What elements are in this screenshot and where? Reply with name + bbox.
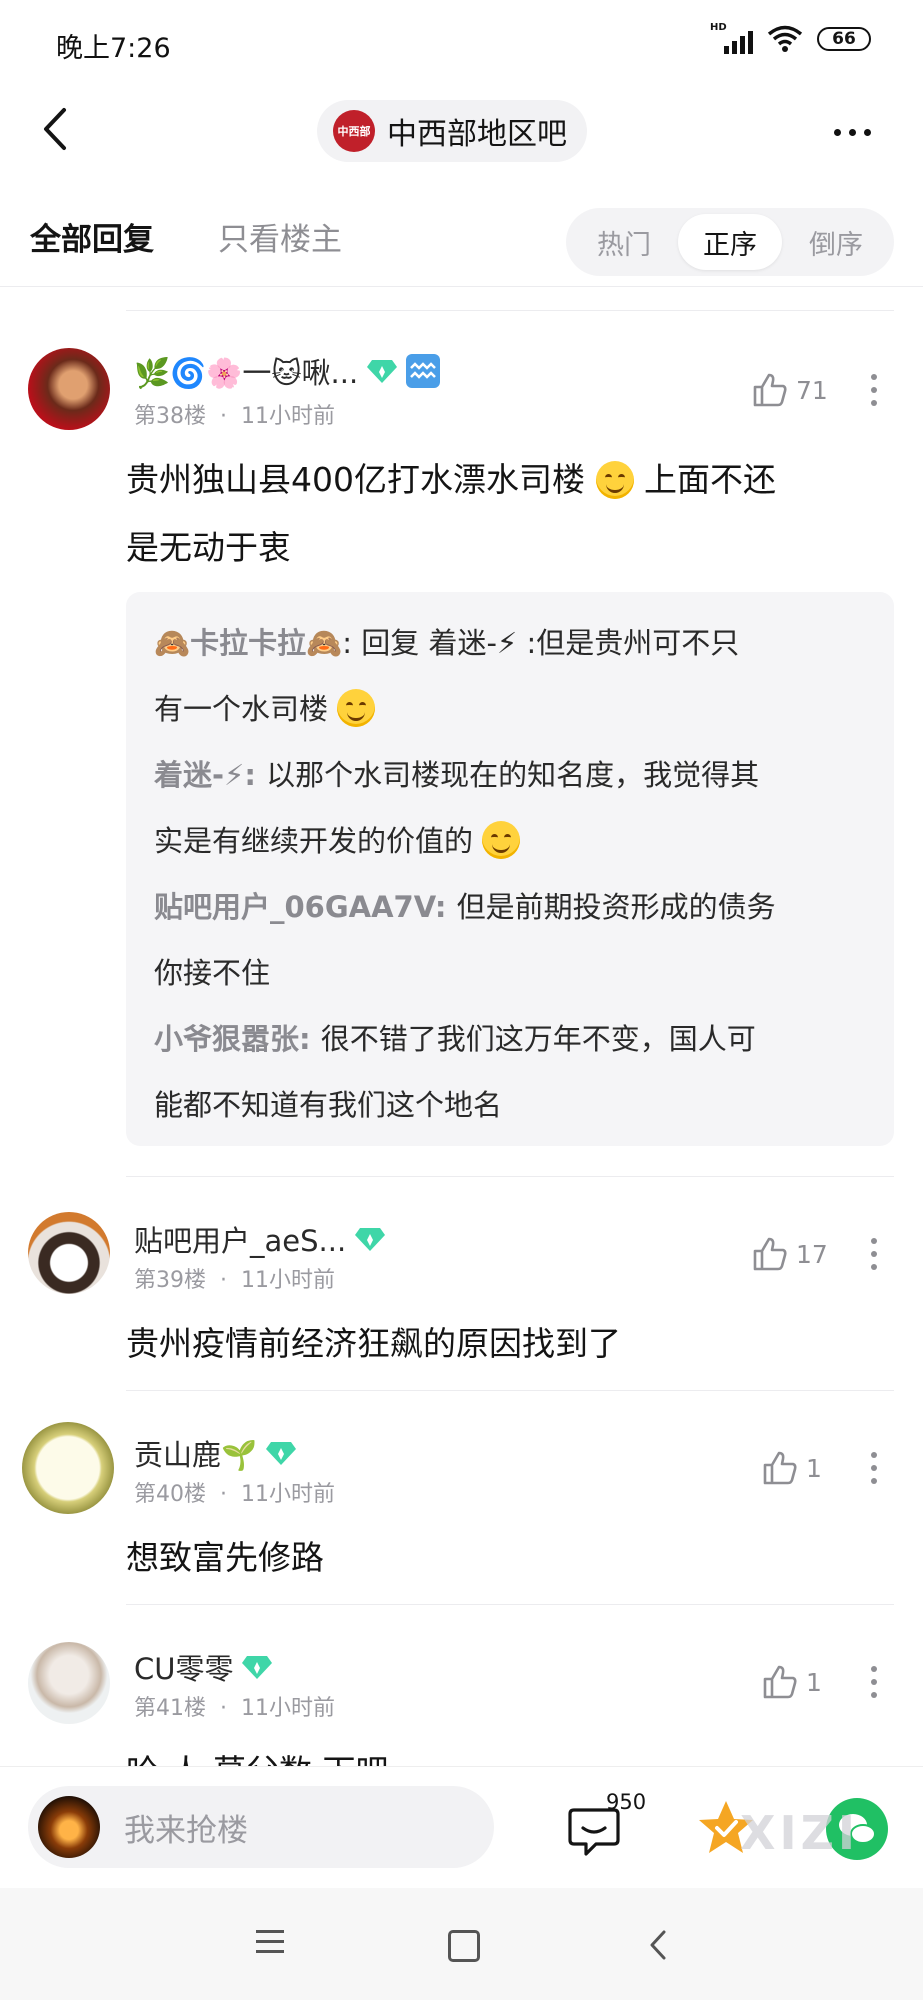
like-button[interactable]: 1 bbox=[762, 1450, 822, 1486]
sort-toggle: 热门 正序 倒序 bbox=[566, 208, 894, 276]
watermark: XIZI bbox=[740, 1806, 860, 1860]
avatar[interactable] bbox=[28, 348, 110, 430]
forum-logo: 中西部 bbox=[333, 110, 375, 152]
thumbs-up-icon bbox=[753, 373, 787, 407]
smile-emoji-icon bbox=[595, 461, 634, 499]
sort-ascending[interactable]: 正序 bbox=[678, 214, 782, 270]
forum-title-pill[interactable]: 中西部 中西部地区吧 bbox=[317, 100, 587, 162]
sub-reply: 小爷狠嚣张: 很不错了我们这万年不变，国人可 能都不知道有我们这个地名 bbox=[154, 1022, 756, 1122]
user-avatar bbox=[38, 1796, 100, 1858]
menu-icon[interactable] bbox=[256, 1930, 284, 1953]
forum-name: 中西部地区吧 bbox=[387, 117, 567, 152]
avatar[interactable] bbox=[28, 1212, 110, 1294]
reply-input[interactable]: 我来抢楼 bbox=[28, 1786, 494, 1868]
post-username[interactable]: 贴吧用户_aeS... bbox=[134, 1218, 386, 1260]
post-content: 贵州疫情前经济狂飙的原因找到了 bbox=[126, 1324, 621, 1363]
post-meta: 第38楼 · 11小时前 bbox=[134, 404, 335, 429]
level-badge-icon bbox=[242, 1656, 273, 1679]
nav-back-icon[interactable] bbox=[644, 1928, 674, 1962]
back-button[interactable] bbox=[34, 104, 78, 154]
post-username[interactable]: CU零零 bbox=[134, 1646, 273, 1688]
wifi-icon bbox=[767, 25, 803, 52]
like-button[interactable]: 1 bbox=[762, 1664, 822, 1700]
sort-hot[interactable]: 热门 bbox=[572, 214, 676, 270]
thumbs-up-icon bbox=[753, 1237, 787, 1271]
divider bbox=[126, 1176, 894, 1177]
thumbs-up-icon bbox=[763, 1451, 797, 1485]
post-more-button[interactable] bbox=[870, 1238, 878, 1270]
thumbs-up-icon bbox=[763, 1665, 797, 1699]
post-content: 贵州独山县400亿打水漂水司楼 上面不还 是无动于衷 bbox=[126, 460, 776, 567]
post-content: 想致富先修路 bbox=[126, 1538, 324, 1577]
level-badge-icon bbox=[367, 360, 398, 383]
post-more-button[interactable] bbox=[870, 374, 878, 406]
status-icons: HD 66 bbox=[710, 22, 871, 54]
sub-reply: 🙈卡拉卡拉🙈: 回复 着迷-⚡ :但是贵州可不只 有一个水司楼 bbox=[154, 626, 740, 727]
like-button[interactable]: 71 bbox=[752, 372, 828, 408]
avatar[interactable] bbox=[28, 1642, 110, 1724]
post-content: 哈 人 莫父数 下吧 bbox=[126, 1738, 388, 1766]
home-icon[interactable] bbox=[448, 1930, 480, 1962]
post-meta: 第40楼 · 11小时前 bbox=[134, 1482, 335, 1507]
divider bbox=[126, 1604, 894, 1605]
divider bbox=[126, 1390, 894, 1391]
signal-icon: HD bbox=[710, 22, 753, 54]
sub-replies-box[interactable]: 🙈卡拉卡拉🙈: 回复 着迷-⚡ :但是贵州可不只 有一个水司楼 着迷-⚡: 以那… bbox=[126, 592, 894, 1146]
sub-reply: 着迷-⚡: 以那个水司楼现在的知名度，我觉得其 实是有继续开发的价值的 bbox=[154, 758, 760, 859]
like-button[interactable]: 17 bbox=[752, 1236, 828, 1272]
tab-owner-only[interactable]: 只看楼主 bbox=[218, 214, 342, 259]
post-meta: 第41楼 · 11小时前 bbox=[134, 1696, 335, 1721]
tab-all-replies[interactable]: 全部回复 bbox=[30, 214, 154, 259]
post-username[interactable]: 贡山鹿🌱 bbox=[134, 1432, 297, 1474]
level-badge-icon bbox=[266, 1442, 297, 1465]
post-more-button[interactable] bbox=[870, 1452, 878, 1484]
more-options-button[interactable] bbox=[821, 112, 871, 152]
post-username[interactable]: 🌿🌀🌸一🐱啾... bbox=[134, 350, 441, 392]
smile-emoji-icon bbox=[337, 689, 376, 727]
divider bbox=[126, 310, 894, 311]
sort-descending[interactable]: 倒序 bbox=[784, 214, 888, 270]
battery-icon: 66 bbox=[817, 27, 871, 51]
zodiac-aquarius-icon bbox=[406, 354, 441, 388]
post-more-button[interactable] bbox=[870, 1666, 878, 1698]
avatar[interactable] bbox=[22, 1422, 114, 1514]
divider bbox=[0, 286, 923, 287]
comment-count: 950 bbox=[606, 1790, 647, 1814]
sub-reply: 贴吧用户_06GAA7V: 但是前期投资形成的债务 你接不住 bbox=[154, 890, 776, 990]
post-meta: 第39楼 · 11小时前 bbox=[134, 1268, 335, 1293]
smile-emoji-icon bbox=[482, 821, 521, 859]
status-time: 晚上7:26 bbox=[56, 33, 171, 64]
level-badge-icon bbox=[355, 1228, 386, 1251]
